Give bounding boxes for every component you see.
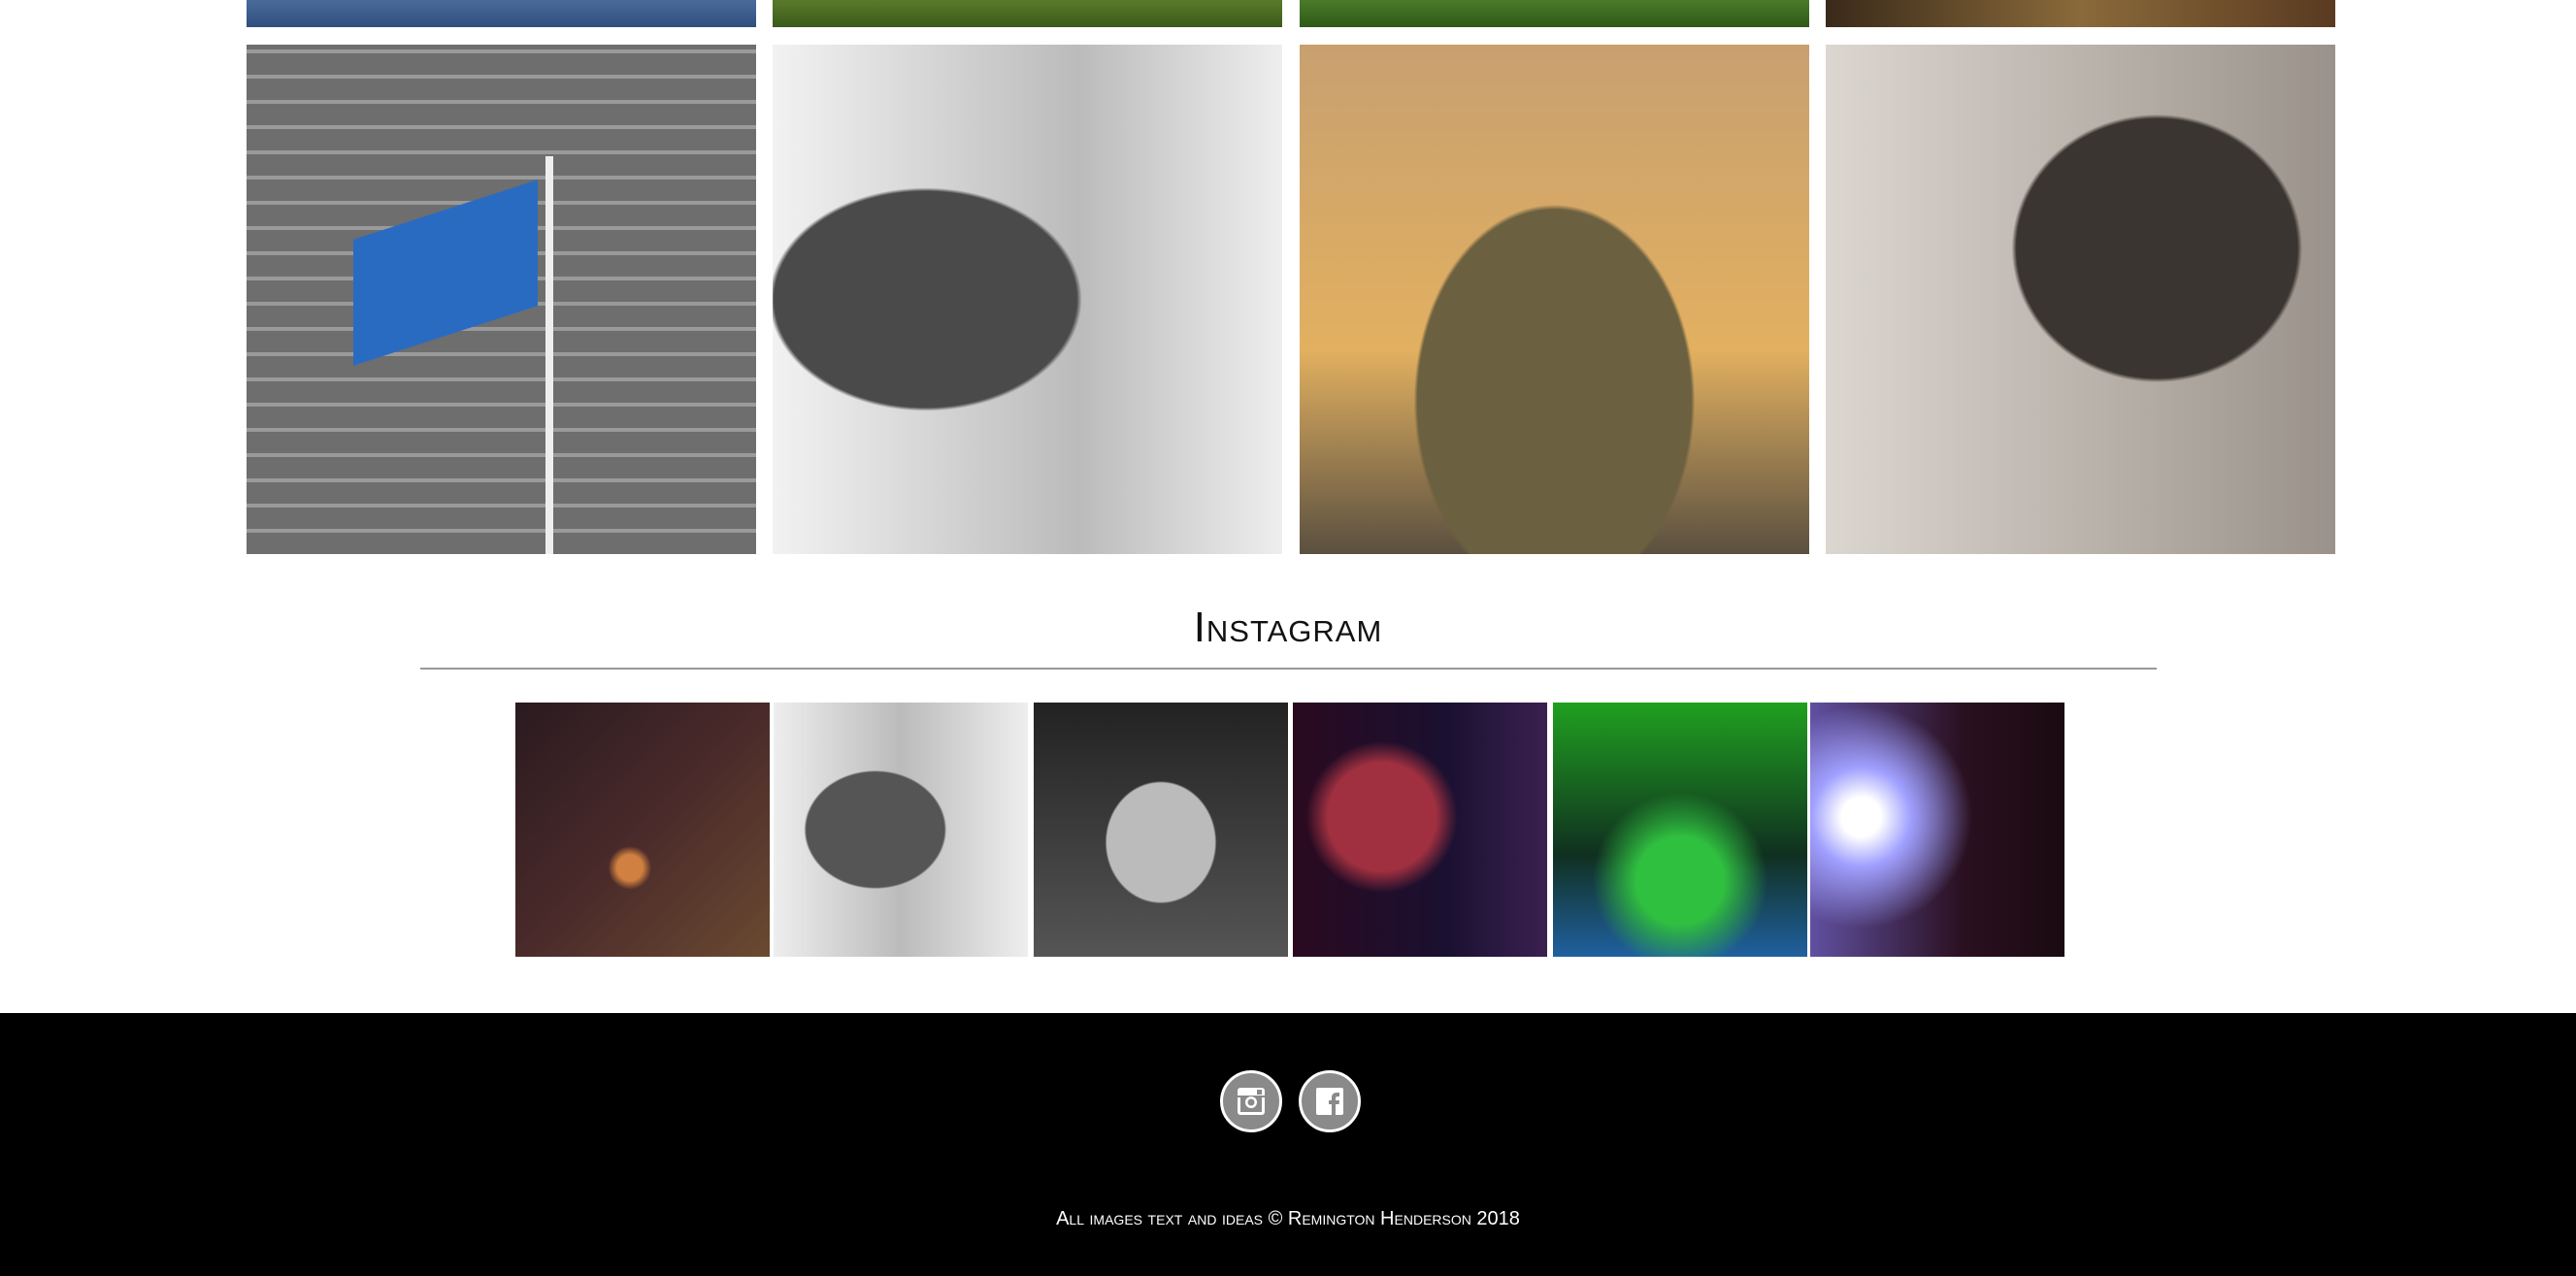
gallery-image-flag[interactable] [247,45,756,554]
instagram-icon [1238,1088,1265,1115]
facebook-icon [1316,1088,1343,1115]
gallery-image[interactable] [1826,0,2335,27]
footer [0,1013,2576,1276]
divider [420,668,2157,670]
gallery-image[interactable] [1300,0,1809,27]
flagpole [545,156,553,554]
gallery-image-soldier-portrait[interactable] [1300,45,1809,554]
flag [353,180,538,366]
gallery-image[interactable] [773,0,1282,27]
gallery-image-profile[interactable] [1826,45,2335,554]
instagram-image[interactable] [774,703,1028,957]
instagram-image[interactable] [515,703,770,957]
gallery-image[interactable] [247,0,756,27]
instagram-image[interactable] [1034,703,1288,957]
gallery-image-soldier[interactable] [773,45,1282,554]
instagram-heading: Instagram [1193,604,1383,651]
copyright: All images text and ideas © Remington He… [1056,1208,1520,1229]
instagram-link[interactable] [1220,1070,1282,1132]
instagram-image[interactable] [1810,703,2064,957]
facebook-link[interactable] [1299,1070,1361,1132]
instagram-image[interactable] [1553,703,1807,957]
instagram-image[interactable] [1293,703,1547,957]
